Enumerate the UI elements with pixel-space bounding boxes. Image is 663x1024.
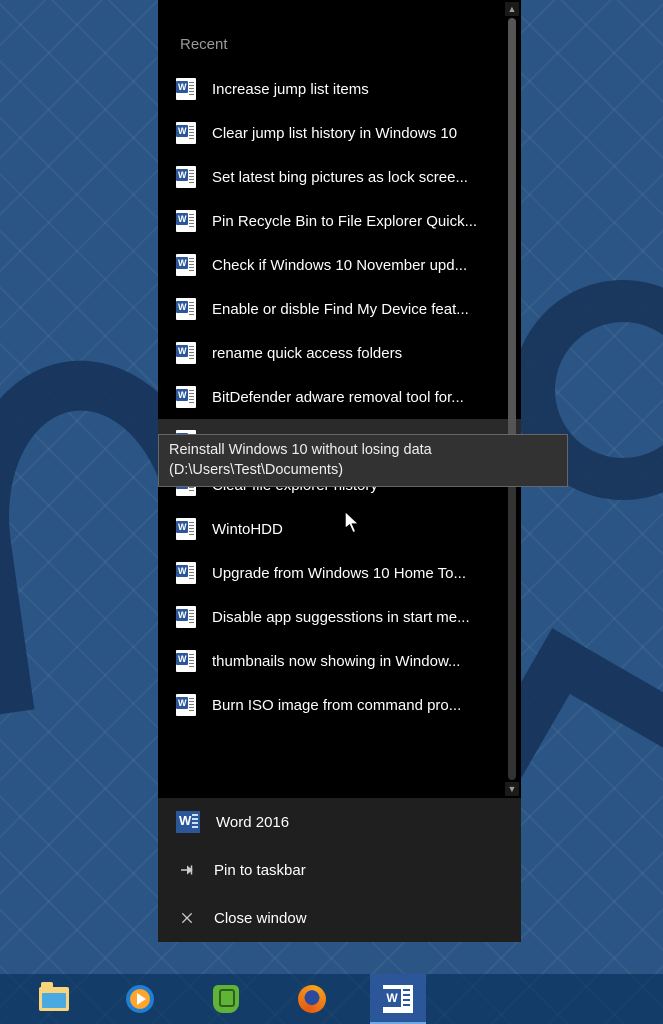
file-explorer-icon	[39, 987, 69, 1011]
firefox-icon	[298, 985, 326, 1013]
word-document-icon	[176, 254, 196, 276]
pin-to-taskbar-item[interactable]: Pin to taskbar	[158, 846, 521, 894]
close-window-item[interactable]: Close window	[158, 894, 521, 942]
taskbar-word[interactable]	[370, 974, 426, 1024]
recent-item[interactable]: Upgrade from Windows 10 Home To...	[158, 551, 521, 595]
word-document-icon	[176, 298, 196, 320]
taskbar-media-player[interactable]	[112, 974, 168, 1024]
recent-item-label: rename quick access folders	[212, 345, 507, 362]
close-window-label: Close window	[214, 910, 307, 927]
pin-to-taskbar-label: Pin to taskbar	[214, 862, 306, 879]
app-launch-item[interactable]: Word 2016	[158, 798, 521, 846]
scrollbar-thumb[interactable]	[508, 18, 516, 478]
recent-item[interactable]: rename quick access folders	[158, 331, 521, 375]
recent-item-label: Burn ISO image from command pro...	[212, 697, 507, 714]
recent-item[interactable]: Set latest bing pictures as lock scree..…	[158, 155, 521, 199]
item-tooltip: Reinstall Windows 10 without losing data…	[158, 434, 568, 487]
jump-list-actions: Word 2016 Pin to taskbar Close window	[158, 798, 521, 942]
word-taskbar-icon	[383, 985, 413, 1013]
recent-item-label: thumbnails now showing in Window...	[212, 653, 507, 670]
recent-item-label: Check if Windows 10 November upd...	[212, 257, 507, 274]
app-launch-label: Word 2016	[216, 814, 289, 831]
word-document-icon	[176, 210, 196, 232]
recent-item[interactable]: Check if Windows 10 November upd...	[158, 243, 521, 287]
word-document-icon	[176, 518, 196, 540]
recent-item[interactable]: Enable or disble Find My Device feat...	[158, 287, 521, 331]
close-icon	[176, 907, 198, 929]
recent-item-label: Upgrade from Windows 10 Home To...	[212, 565, 507, 582]
word-document-icon	[176, 78, 196, 100]
scroll-down-button[interactable]: ▼	[505, 782, 519, 796]
recent-item[interactable]: Pin Recycle Bin to File Explorer Quick..…	[158, 199, 521, 243]
scrollbar[interactable]: ▲ ▼	[505, 2, 519, 796]
recent-item-label: Clear jump list history in Windows 10	[212, 125, 507, 142]
taskbar-file-explorer[interactable]	[26, 974, 82, 1024]
evernote-icon	[213, 985, 239, 1013]
word-document-icon	[176, 386, 196, 408]
taskbar-firefox[interactable]	[284, 974, 340, 1024]
media-player-icon	[126, 985, 154, 1013]
recent-item[interactable]: BitDefender adware removal tool for...	[158, 375, 521, 419]
recent-item-label: BitDefender adware removal tool for...	[212, 389, 507, 406]
recent-item-label: Disable app suggesstions in start me...	[212, 609, 507, 626]
section-header-recent: Recent	[158, 0, 521, 67]
word-document-icon	[176, 122, 196, 144]
taskbar	[0, 974, 663, 1024]
word-document-icon	[176, 562, 196, 584]
recent-item-label: Increase jump list items	[212, 81, 507, 98]
taskbar-evernote[interactable]	[198, 974, 254, 1024]
recent-item[interactable]: Disable app suggesstions in start me...	[158, 595, 521, 639]
jump-list-scroll-area: Recent Increase jump list items Clear jum…	[158, 0, 521, 798]
word-document-icon	[176, 650, 196, 672]
recent-item-label: Enable or disble Find My Device feat...	[212, 301, 507, 318]
recent-item[interactable]: WintoHDD	[158, 507, 521, 551]
word-app-icon	[176, 811, 200, 833]
pin-icon	[176, 859, 198, 881]
recent-item[interactable]: Burn ISO image from command pro...	[158, 683, 521, 727]
word-document-icon	[176, 342, 196, 364]
word-document-icon	[176, 694, 196, 716]
word-document-icon	[176, 606, 196, 628]
mouse-cursor	[344, 511, 362, 540]
word-document-icon	[176, 166, 196, 188]
recent-item[interactable]: Clear jump list history in Windows 10	[158, 111, 521, 155]
recent-item-label: Pin Recycle Bin to File Explorer Quick..…	[212, 213, 507, 230]
recent-item-label: Set latest bing pictures as lock scree..…	[212, 169, 507, 186]
recent-item[interactable]: Increase jump list items	[158, 67, 521, 111]
recent-item[interactable]: thumbnails now showing in Window...	[158, 639, 521, 683]
scroll-up-button[interactable]: ▲	[505, 2, 519, 16]
